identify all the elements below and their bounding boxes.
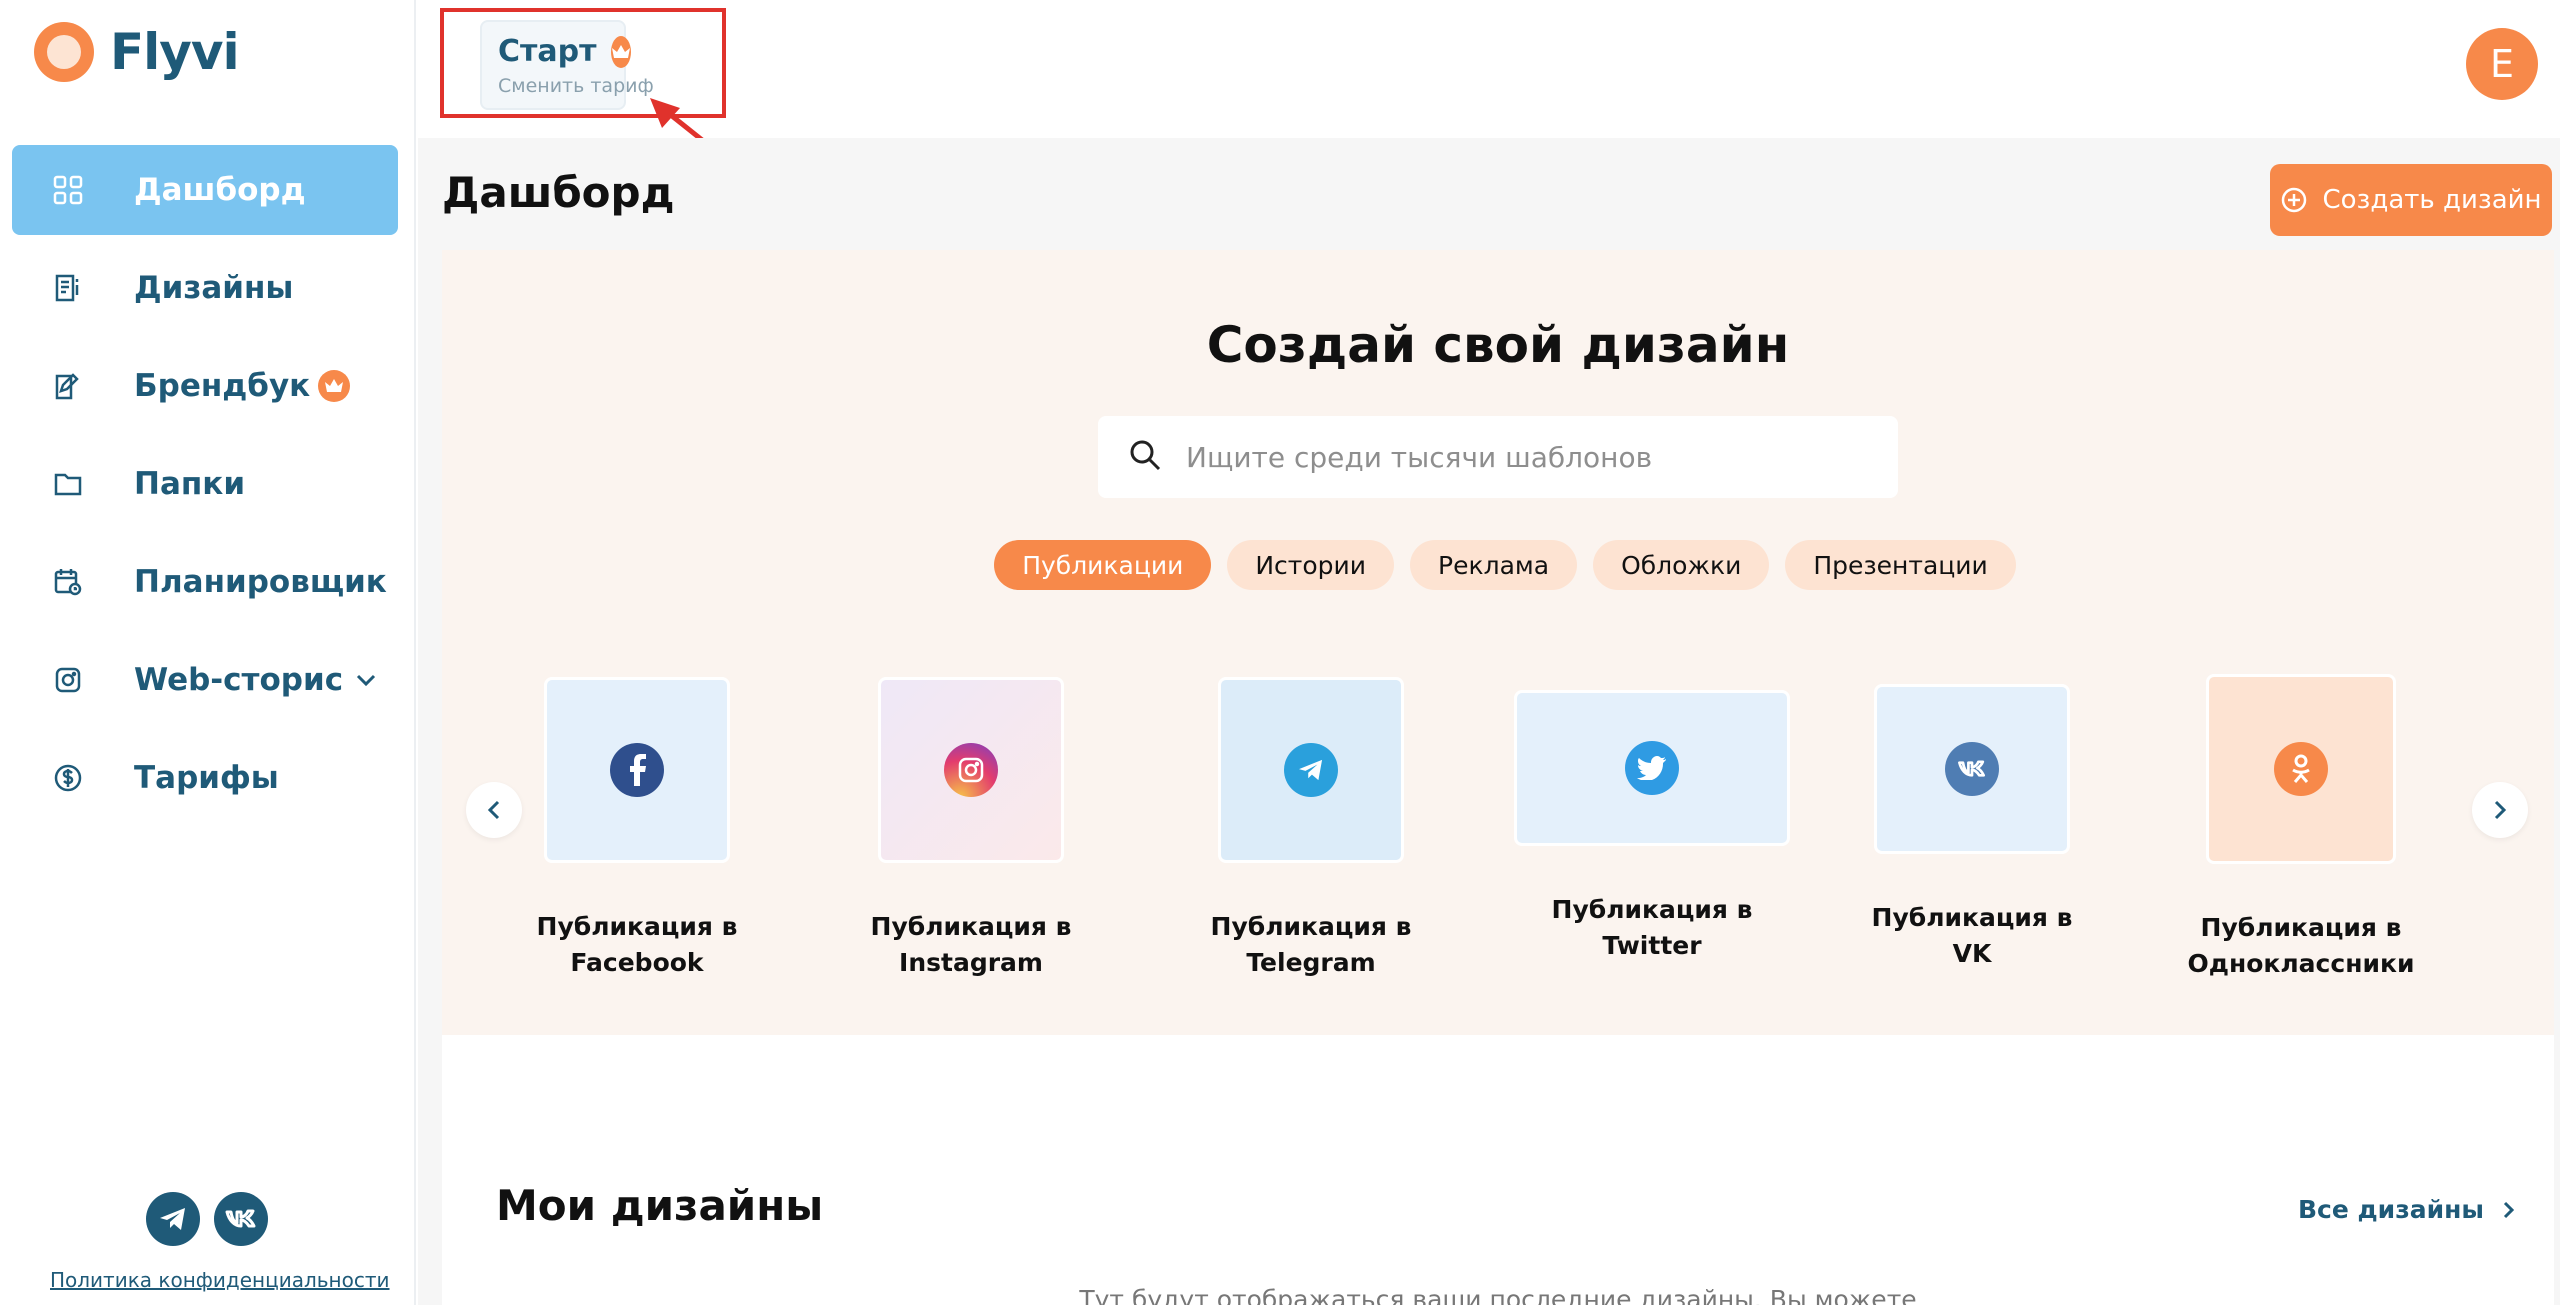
template-card-vk[interactable]: Публикация в VK	[1852, 684, 2092, 972]
sidebar-item-folders[interactable]: Папки	[12, 439, 398, 529]
chip-stories[interactable]: Истории	[1227, 540, 1395, 590]
template-card-telegram[interactable]: Публикация в Telegram	[1176, 677, 1446, 981]
card-label: Публикация в Одноклассники	[2187, 913, 2415, 978]
odnoklassniki-icon	[2274, 742, 2328, 796]
sidebar-item-label: Web-сторис	[134, 662, 344, 698]
telegram-icon	[1284, 743, 1338, 797]
card-thumbnail	[2206, 674, 2396, 864]
calendar-icon	[48, 562, 88, 602]
sidebar-item-label: Брендбук	[134, 368, 311, 404]
avatar[interactable]: E	[2466, 28, 2538, 100]
sidebar-nav: Дашборд Дизайны Брендбук Папки Планировщ…	[12, 145, 398, 831]
carousel-next-button[interactable]	[2472, 782, 2528, 838]
chevron-right-icon	[2503, 1201, 2514, 1218]
facebook-icon	[610, 743, 664, 797]
sidebar-item-label: Планировщик	[134, 564, 387, 600]
logo-text: Flyvi	[110, 23, 240, 81]
chevron-right-icon	[2494, 800, 2507, 820]
sidebar-item-pricing[interactable]: Тарифы	[12, 733, 398, 823]
template-search[interactable]	[1098, 416, 1898, 498]
sidebar-item-label: Дашборд	[134, 172, 306, 208]
page-title: Дашборд	[442, 168, 675, 217]
card-label: Публикация в Facebook	[536, 912, 738, 977]
crown-icon	[318, 370, 351, 402]
card-thumbnail	[1218, 677, 1404, 863]
instagram-icon	[48, 660, 88, 700]
grid-icon	[48, 170, 88, 210]
chip-publications[interactable]: Публикации	[994, 540, 1212, 590]
sidebar-item-label: Дизайны	[134, 270, 294, 306]
search-icon	[1128, 438, 1162, 476]
card-label: Публикация в VK	[1871, 903, 2073, 968]
main-content: Дашборд Создать дизайн Создай свой дизай…	[418, 138, 2560, 1305]
sidebar-item-label: Тарифы	[134, 760, 279, 796]
sidebar: Flyvi Дашборд Дизайны Брендбук Папки Пла…	[0, 0, 416, 1305]
chip-ads[interactable]: Реклама	[1410, 540, 1578, 590]
all-designs-link[interactable]: Все дизайны	[2298, 1195, 2514, 1224]
template-card-instagram[interactable]: Публикация в Instagram	[846, 677, 1096, 981]
vk-icon	[1945, 742, 1999, 796]
section-title: Мои дизайны	[496, 1181, 824, 1230]
template-card-odnoklassniki[interactable]: Публикация в Одноклассники	[2176, 674, 2426, 982]
instagram-icon	[944, 743, 998, 797]
template-card-facebook[interactable]: Публикация в Facebook	[512, 677, 762, 981]
chip-covers[interactable]: Обложки	[1593, 540, 1770, 590]
sidebar-item-dashboard[interactable]: Дашборд	[12, 145, 398, 235]
hero-title: Создай свой дизайн	[1206, 316, 1790, 374]
plus-circle-icon	[2282, 187, 2307, 213]
sidebar-item-planner[interactable]: Планировщик	[12, 537, 398, 627]
vk-icon[interactable]	[214, 1192, 268, 1246]
empty-designs-hint: Тут будут отображаться ваши последние ди…	[1079, 1285, 1917, 1305]
create-design-label: Создать дизайн	[2322, 185, 2542, 215]
edit-icon	[48, 366, 88, 406]
logo[interactable]: Flyvi	[34, 22, 240, 82]
folder-icon	[48, 464, 88, 504]
all-designs-label: Все дизайны	[2297, 1195, 2484, 1224]
social-links	[146, 1192, 268, 1246]
create-design-button[interactable]: Создать дизайн	[2270, 164, 2552, 236]
chevron-left-icon	[487, 800, 500, 820]
chevron-down-icon[interactable]	[355, 673, 377, 687]
card-label: Публикация в Instagram	[870, 912, 1072, 977]
my-designs-section: Мои дизайны Все дизайны Тут будут отобра…	[442, 1035, 2554, 1305]
sidebar-item-label: Папки	[134, 466, 246, 502]
card-label: Публикация в Twitter	[1551, 895, 1753, 960]
card-label: Публикация в Telegram	[1210, 912, 1412, 977]
card-thumbnail	[544, 677, 730, 863]
twitter-icon	[1625, 741, 1679, 795]
dollar-icon	[48, 758, 88, 798]
telegram-icon[interactable]	[146, 1192, 200, 1246]
document-icon	[48, 268, 88, 308]
privacy-policy-link[interactable]: Политика конфиденциальности	[50, 1268, 390, 1292]
sidebar-item-designs[interactable]: Дизайны	[12, 243, 398, 333]
card-thumbnail	[1514, 690, 1790, 846]
chip-presentations[interactable]: Презентации	[1785, 540, 2016, 590]
sidebar-item-brandbook[interactable]: Брендбук	[12, 341, 398, 431]
card-thumbnail	[1874, 684, 2070, 854]
template-card-twitter[interactable]: Публикация в Twitter	[1512, 690, 1792, 964]
logo-mark-icon	[34, 22, 94, 82]
search-input[interactable]	[1186, 440, 1866, 474]
card-thumbnail	[878, 677, 1064, 863]
category-chips: Публикации Истории Реклама Обложки Презе…	[442, 540, 2554, 590]
create-design-section: Создай свой дизайн Публикации Истории Ре…	[442, 250, 2554, 1035]
sidebar-item-web-stories[interactable]: Web-сторис	[12, 635, 398, 725]
